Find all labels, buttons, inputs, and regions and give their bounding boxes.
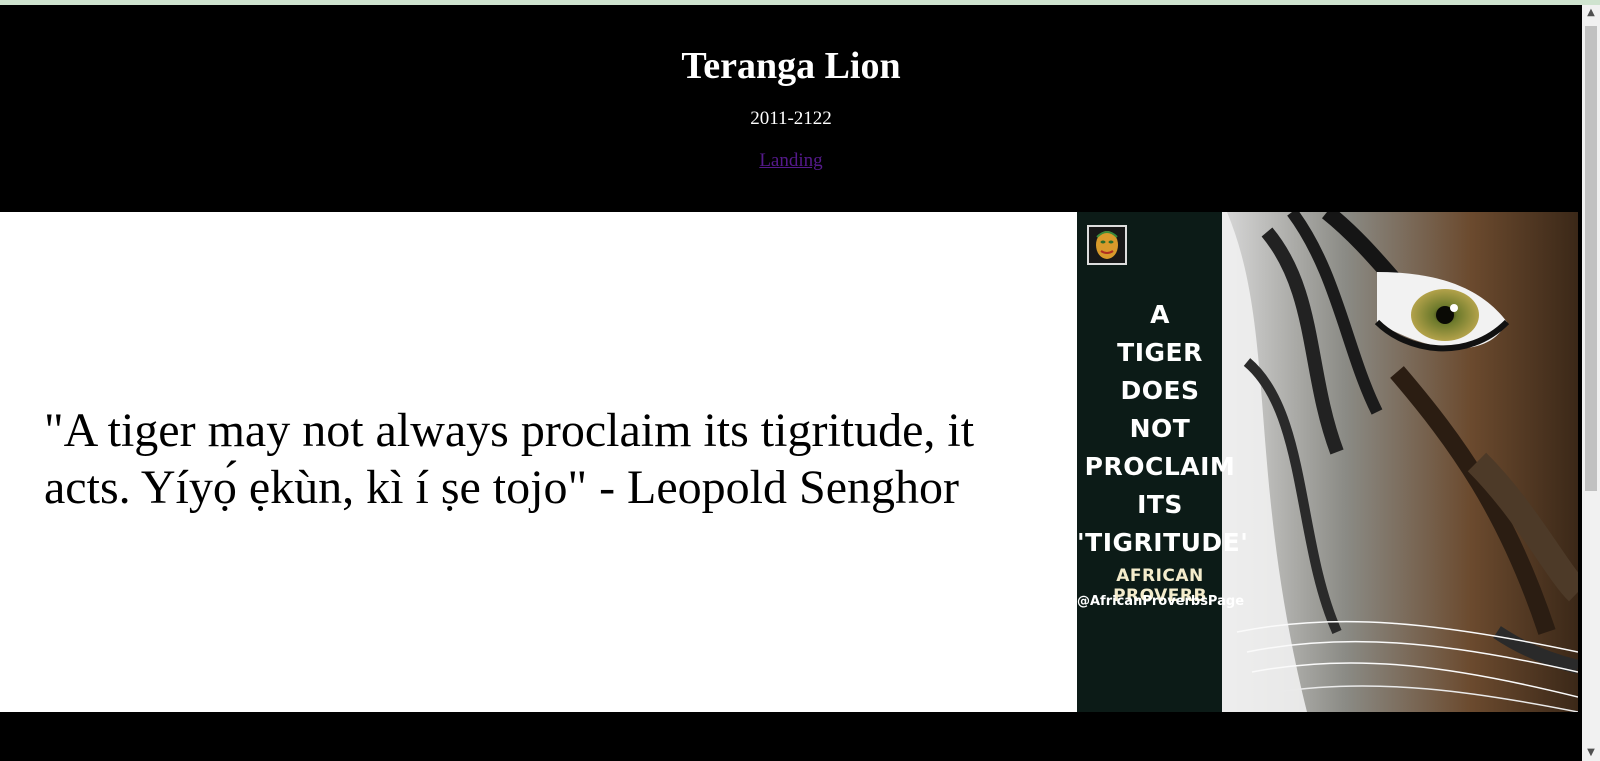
poster-line: PROCLAIM bbox=[1084, 452, 1236, 481]
poster-handle: @AfricanProverbsPage bbox=[1077, 594, 1245, 609]
quote-text: "A tiger may not always proclaim its tig… bbox=[44, 404, 975, 514]
scroll-thumb[interactable] bbox=[1585, 26, 1597, 491]
site-header: Teranga Lion 2011-2122 Landing bbox=[0, 5, 1582, 212]
poster-line: ITS bbox=[1137, 490, 1183, 519]
scroll-up-arrow-icon[interactable]: ▲ bbox=[1582, 5, 1600, 21]
tiger-proverb-image: A TIGER DOES NOT PROCLAIM ITS 'TIGRITUDE… bbox=[1077, 212, 1578, 712]
face-logo-icon bbox=[1087, 225, 1127, 265]
site-title: Teranga Lion bbox=[681, 45, 901, 87]
poster-headline: A TIGER DOES NOT PROCLAIM ITS 'TIGRITUDE… bbox=[1077, 296, 1249, 562]
nav: Landing bbox=[0, 150, 1582, 173]
main-content: "A tiger may not always proclaim its tig… bbox=[0, 212, 1578, 712]
years-label: 2011-2122 bbox=[750, 108, 832, 129]
poster-line: A bbox=[1150, 300, 1170, 329]
vertical-scrollbar[interactable]: ▲ ▼ bbox=[1582, 5, 1600, 761]
page: Teranga Lion 2011-2122 Landing "A tiger … bbox=[0, 5, 1582, 761]
poster-line: TIGER bbox=[1117, 338, 1203, 367]
poster-line: NOT bbox=[1129, 414, 1191, 443]
poster-line: 'TIGRITUDE' bbox=[1077, 528, 1249, 557]
quote-panel: "A tiger may not always proclaim its tig… bbox=[0, 212, 1077, 712]
poster-line: DOES bbox=[1120, 376, 1200, 405]
scroll-down-arrow-icon[interactable]: ▼ bbox=[1582, 745, 1600, 761]
landing-link[interactable]: Landing bbox=[759, 150, 822, 171]
